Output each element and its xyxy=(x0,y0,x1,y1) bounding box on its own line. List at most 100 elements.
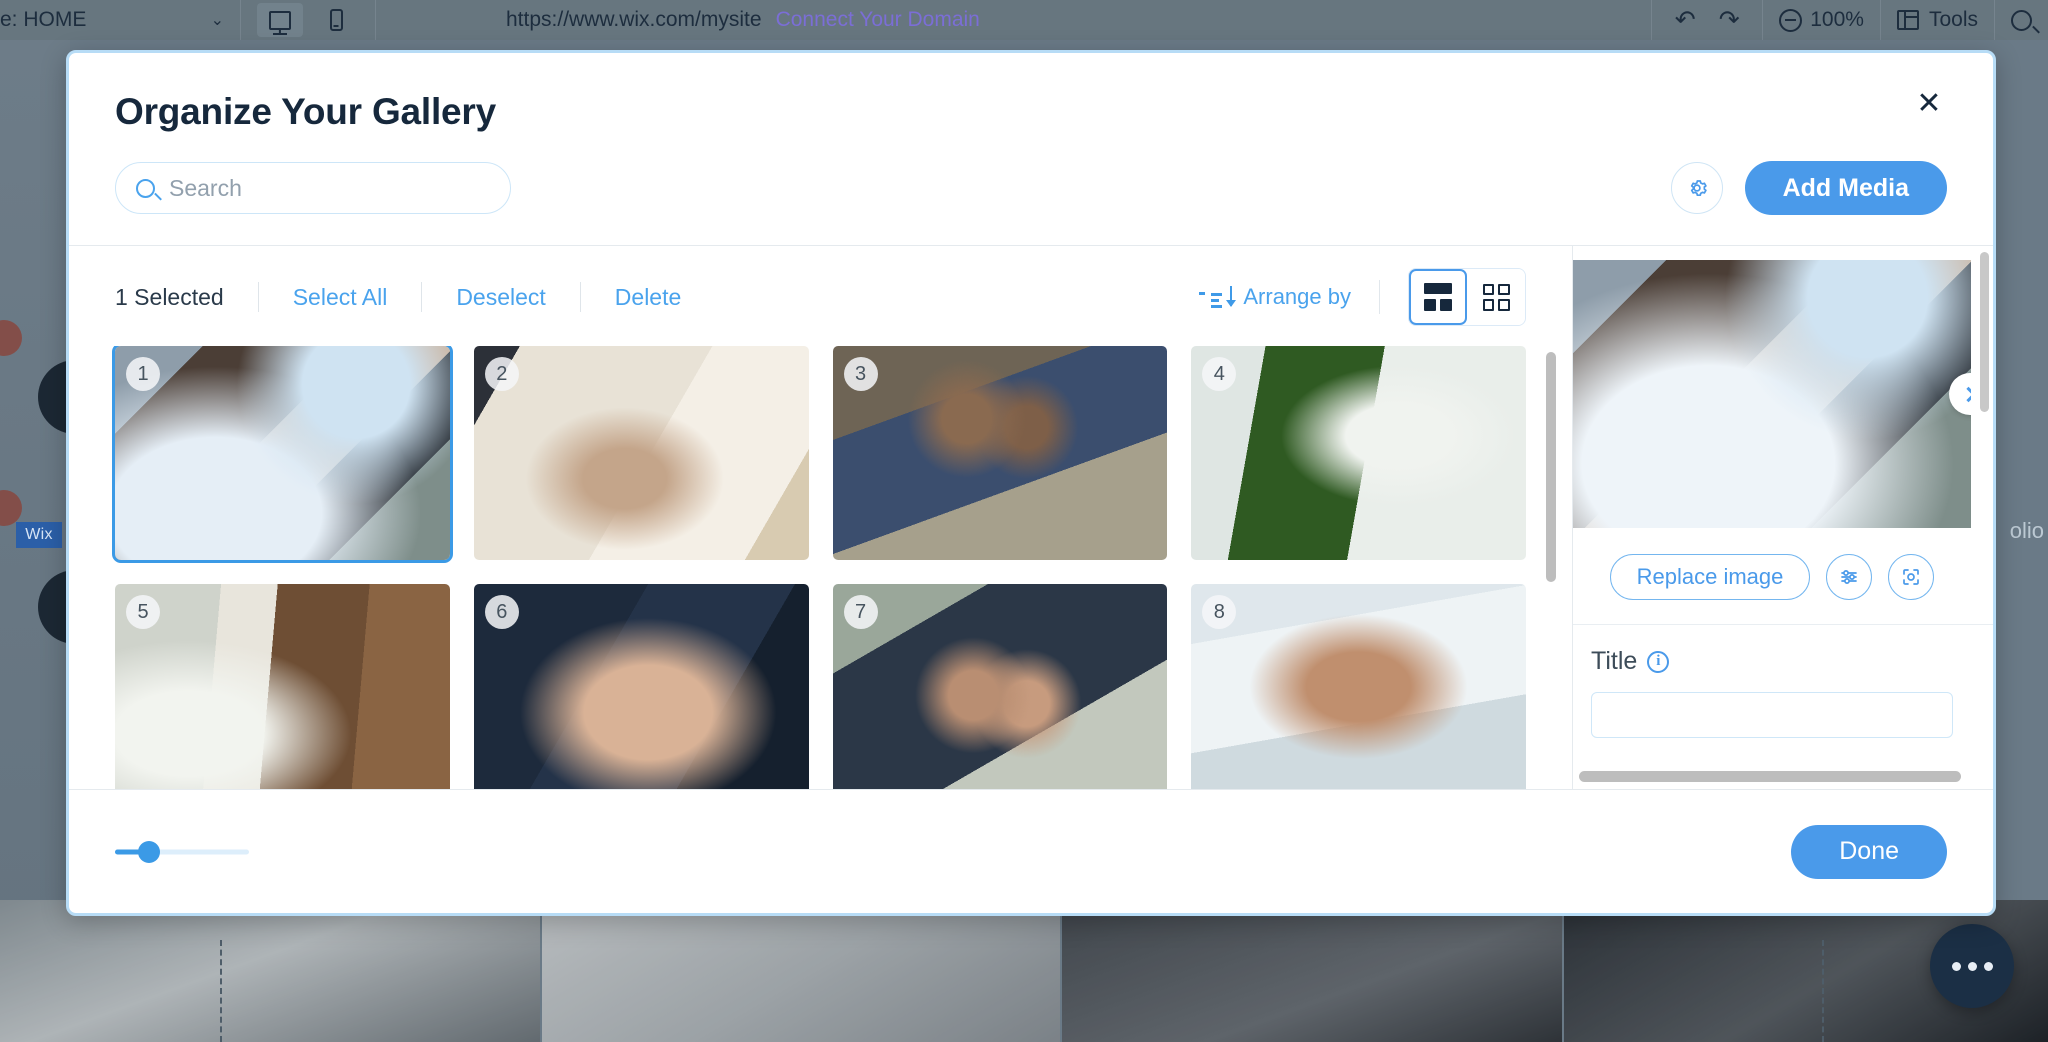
editor-search-button[interactable] xyxy=(1995,0,2048,40)
device-switcher xyxy=(241,0,375,40)
chat-bubble-icon[interactable] xyxy=(1930,924,2014,1008)
gallery-thumbnail xyxy=(473,584,809,789)
thumbnail-size-slider[interactable] xyxy=(115,840,249,864)
focal-point-icon[interactable] xyxy=(1888,554,1935,600)
gear-icon[interactable] xyxy=(1670,162,1723,214)
page-selector[interactable]: e: HOME ⌄ xyxy=(0,0,240,40)
image-action-buttons: Replace image xyxy=(1573,528,1993,625)
image-details-panel: Replace image Title i xyxy=(1573,246,1993,789)
tile-number-badge: 5 xyxy=(126,595,160,629)
arrange-by-button[interactable]: Arrange by xyxy=(1199,284,1351,310)
canvas-photo xyxy=(1062,900,1562,1042)
image-preview xyxy=(1573,260,1971,528)
tile-number-badge: 7 xyxy=(843,595,878,629)
gallery-tile[interactable]: 3 xyxy=(832,346,1168,560)
replace-image-button[interactable]: Replace image xyxy=(1609,554,1811,600)
layout-mixed-icon xyxy=(1424,283,1452,311)
undo-arrow-icon[interactable]: ↶ xyxy=(1668,3,1702,37)
title-field-label-row: Title i xyxy=(1573,647,1971,676)
search-icon xyxy=(136,178,155,198)
view-mode-grid[interactable] xyxy=(1467,269,1525,325)
desktop-view-button[interactable] xyxy=(257,3,303,37)
gallery-thumbnail xyxy=(1191,584,1526,789)
gallery-tile[interactable]: 6 xyxy=(473,584,809,789)
history-controls: ↶ ↷ xyxy=(1652,0,1762,40)
wix-badge: Wix xyxy=(16,522,62,548)
search-input[interactable] xyxy=(169,174,490,202)
layout-grid-icon xyxy=(1482,283,1510,311)
adjust-sliders-icon[interactable] xyxy=(1826,554,1873,600)
search-icon xyxy=(2011,9,2032,31)
adjust-sliders-icon-svg xyxy=(1841,570,1858,584)
gallery-tile[interactable]: 2 xyxy=(473,346,809,560)
page-selector-label: e: HOME xyxy=(0,8,87,31)
title-input[interactable] xyxy=(1591,692,1953,738)
site-url: https://www.wix.com/mysite xyxy=(506,8,762,31)
gallery-tile[interactable]: 8 xyxy=(1191,584,1526,789)
gallery-tile[interactable]: 1 xyxy=(112,346,453,563)
gallery-vertical-scrollbar[interactable] xyxy=(1546,352,1556,582)
tools-menu[interactable]: Tools xyxy=(1881,0,1994,40)
dialog-footer: Done xyxy=(69,789,1993,913)
desktop-monitor-icon xyxy=(269,10,291,30)
mobile-phone-icon xyxy=(329,9,343,31)
sort-descending-icon xyxy=(1199,285,1235,309)
gallery-grid: 1 2 3 4 5 6 7 8 xyxy=(112,346,1526,789)
gallery-thumbnail xyxy=(832,584,1168,789)
view-mode-toggle xyxy=(1408,268,1526,326)
header-actions: Add Media xyxy=(1670,161,1947,215)
select-all-button[interactable]: Select All xyxy=(259,284,422,311)
gear-icon-svg xyxy=(1690,180,1707,197)
chevron-down-icon: ⌄ xyxy=(210,12,224,29)
tools-label: Tools xyxy=(1928,8,1978,31)
selected-count-label: 1 Selected xyxy=(115,283,224,310)
organize-gallery-dialog: Organize Your Gallery ✕ Add Media 1 Sele… xyxy=(66,50,1996,916)
chevron-right-icon xyxy=(1960,386,1971,402)
canvas-guide-line xyxy=(1822,940,1824,1042)
mobile-view-button[interactable] xyxy=(313,3,359,37)
zoom-level-label: 100% xyxy=(1810,8,1864,31)
panel-vertical-scrollbar[interactable] xyxy=(1980,252,1989,412)
zoom-out-icon[interactable] xyxy=(1779,8,1803,32)
chat-dots xyxy=(1951,961,1993,971)
gallery-action-bar: 1 Selected Select All Deselect Delete Ar… xyxy=(69,246,1572,346)
panel-horizontal-scrollbar-track xyxy=(1573,769,1971,783)
connect-domain-link[interactable]: Connect Your Domain xyxy=(776,8,980,32)
add-media-button[interactable]: Add Media xyxy=(1744,161,1947,215)
image-metadata-section: Title i xyxy=(1573,625,1993,789)
canvas-photo xyxy=(0,900,540,1042)
tile-number-badge: 8 xyxy=(1202,595,1237,629)
focal-point-icon-svg xyxy=(1903,569,1920,585)
redo-arrow-icon[interactable]: ↷ xyxy=(1712,3,1746,37)
zoom-control[interactable]: 100% xyxy=(1763,0,1880,40)
deselect-button[interactable]: Deselect xyxy=(422,284,579,311)
view-mode-mixed[interactable] xyxy=(1409,269,1467,325)
tile-number-badge: 1 xyxy=(126,357,160,391)
arrange-and-view-controls: Arrange by xyxy=(1199,268,1526,326)
gallery-tile[interactable]: 7 xyxy=(832,584,1168,789)
panel-horizontal-scrollbar[interactable] xyxy=(1579,771,1961,782)
preview-thumbnail xyxy=(1573,260,1971,528)
selection-actions: 1 Selected Select All Deselect Delete xyxy=(115,282,715,312)
info-icon[interactable]: i xyxy=(1647,650,1670,673)
gallery-tile[interactable]: 5 xyxy=(115,584,450,789)
portfolio-label: olio xyxy=(2009,518,2044,543)
gallery-tile[interactable]: 4 xyxy=(1191,346,1526,560)
gallery-thumbnail xyxy=(1191,346,1526,560)
gallery-thumbnail xyxy=(473,346,809,560)
tile-number-badge: 2 xyxy=(484,357,519,391)
dialog-body: 1 Selected Select All Deselect Delete Ar… xyxy=(69,246,1993,789)
slider-thumb[interactable] xyxy=(137,840,160,863)
done-button[interactable]: Done xyxy=(1791,824,1947,879)
tile-number-badge: 3 xyxy=(843,357,878,391)
gallery-thumbnail xyxy=(115,584,450,789)
title-label: Title xyxy=(1591,647,1638,675)
canvas-guide-line xyxy=(220,940,222,1042)
panel-layout-icon xyxy=(1896,10,1919,30)
canvas-photo xyxy=(542,900,1060,1042)
site-address-area: https://www.wix.com/mysite Connect Your … xyxy=(376,8,1651,32)
delete-button[interactable]: Delete xyxy=(581,284,715,311)
search-field[interactable] xyxy=(115,162,511,214)
close-icon[interactable]: ✕ xyxy=(1907,81,1951,125)
gallery-thumbnail xyxy=(832,346,1168,560)
